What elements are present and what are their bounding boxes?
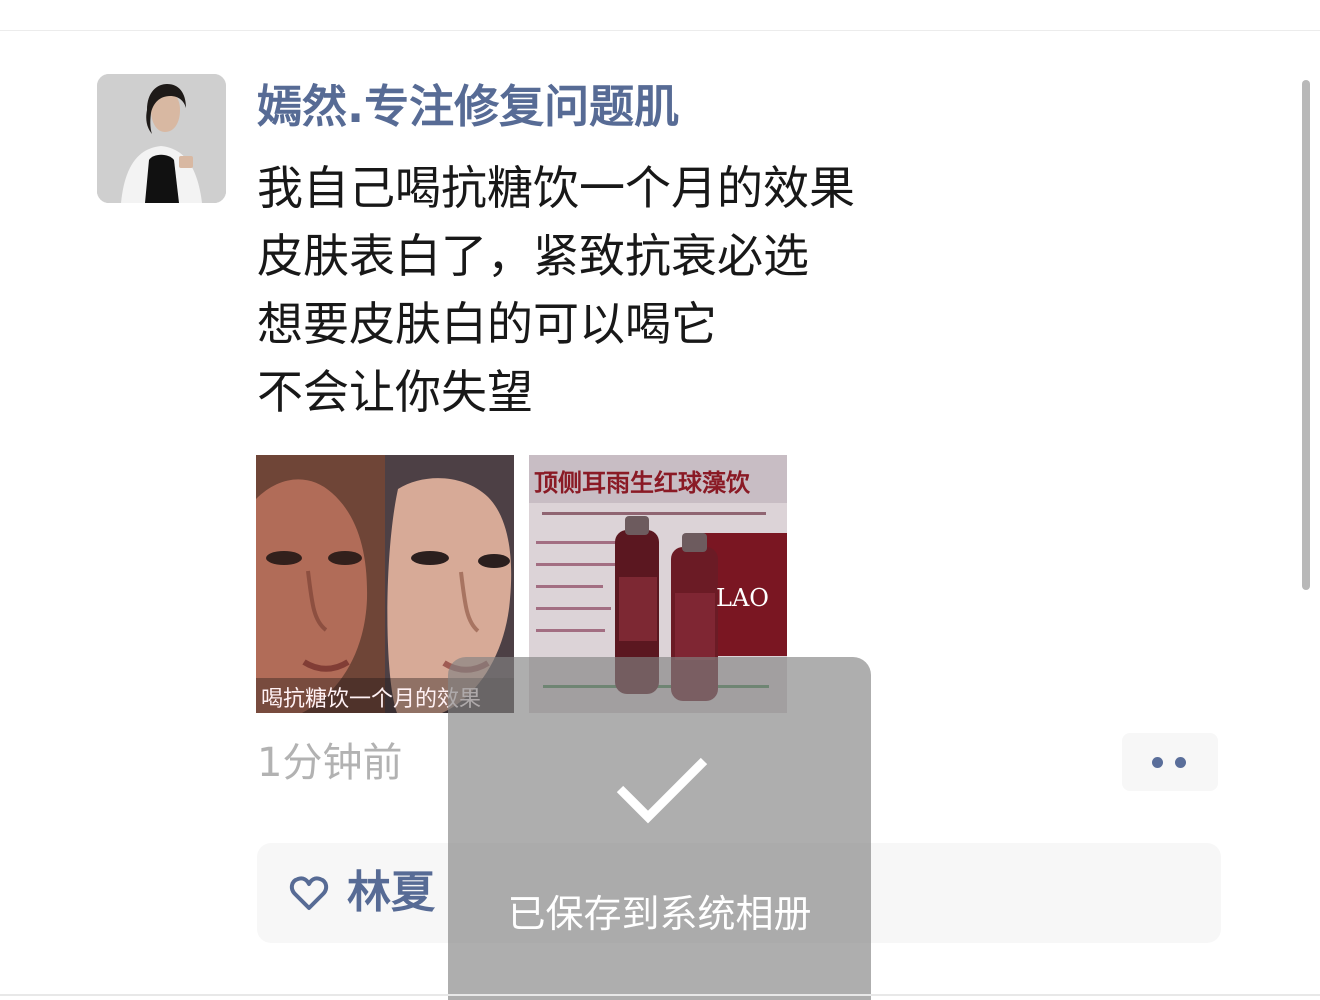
moments-feed: 嫣然.专注修复问题肌 我自己喝抗糖饮一个月的效果 皮肤表白了，紧致抗衰必选 想要… — [0, 0, 1320, 1000]
liker-name[interactable]: 林夏 — [347, 865, 435, 921]
avatar-image — [97, 74, 226, 203]
product-brand-text: LAO — [716, 584, 769, 612]
author-name[interactable]: 嫣然.专注修复问题肌 — [257, 78, 679, 136]
post-line: 我自己喝抗糖饮一个月的效果 — [257, 161, 855, 215]
post-line: 皮肤表白了，紧致抗衰必选 — [257, 229, 809, 283]
top-divider — [0, 30, 1320, 31]
heart-outline-icon — [289, 876, 329, 910]
post-line: 想要皮肤白的可以喝它 — [257, 297, 717, 351]
product-headline: 顶侧耳雨生红球藻饮 — [534, 469, 751, 497]
post-time: 1分钟前 — [257, 740, 403, 786]
bottom-divider — [0, 994, 1320, 996]
more-dots-icon — [1175, 757, 1186, 768]
author-avatar[interactable] — [97, 74, 226, 203]
more-dots-icon — [1152, 757, 1163, 768]
checkmark-icon — [616, 757, 708, 824]
vertical-scrollbar[interactable] — [1302, 80, 1310, 590]
post-line: 不会让你失望 — [257, 365, 533, 419]
more-actions-button[interactable] — [1122, 733, 1218, 791]
post-text: 我自己喝抗糖饮一个月的效果 皮肤表白了，紧致抗衰必选 想要皮肤白的可以喝它 不会… — [257, 154, 855, 426]
saved-toast: 已保存到系统相册 — [448, 657, 871, 1000]
toast-message: 已保存到系统相册 — [507, 892, 812, 936]
